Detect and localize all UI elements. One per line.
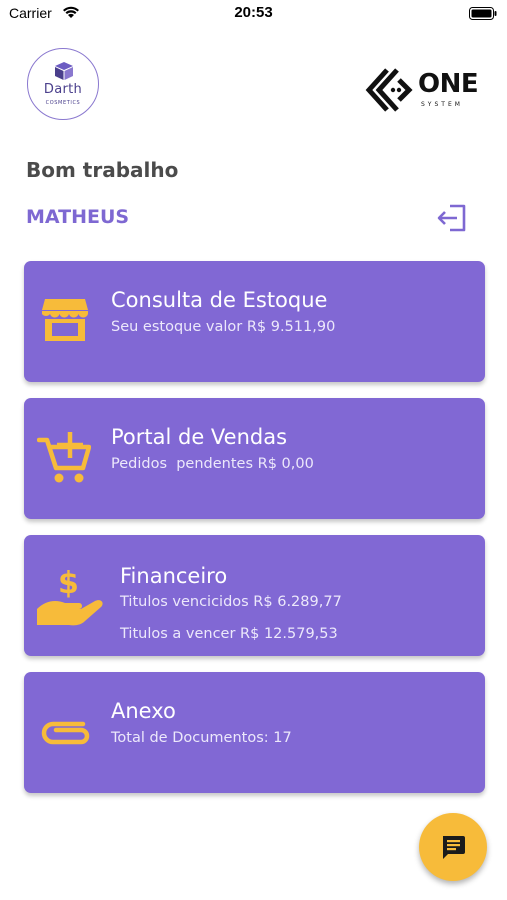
logout-icon xyxy=(436,204,468,237)
titulos-vencidos: Titulos vencicidos R$ 6.289,77 xyxy=(120,594,342,610)
clock: 20:53 xyxy=(234,4,273,21)
card-subtitle: Seu estoque valor R$ 9.511,90 xyxy=(111,319,336,335)
card-subtitle: Pedidos pendentes R$ 0,00 xyxy=(111,456,314,472)
status-bar: Carrier 20:53 xyxy=(0,0,507,28)
card-title: Portal de Vendas xyxy=(111,425,288,449)
card-title: Financeiro xyxy=(120,564,228,588)
card-subtitle: Total de Documentos: 17 xyxy=(111,730,292,746)
chat-button[interactable] xyxy=(419,813,487,881)
logo-brand-text: Darth xyxy=(43,82,83,97)
add-cart-icon xyxy=(36,430,92,490)
user-name: MATHEUS xyxy=(26,206,130,228)
logo-one-text: ONE xyxy=(418,69,479,99)
svg-text:$: $ xyxy=(58,566,79,601)
card-title: Consulta de Estoque xyxy=(111,288,328,312)
paperclip-icon xyxy=(39,718,93,752)
titulos-a-vencer: Titulos a vencer R$ 12.579,53 xyxy=(120,626,338,642)
battery-icon xyxy=(469,7,497,25)
card-title: Anexo xyxy=(111,699,176,723)
greeting: Bom trabalho xyxy=(26,158,179,182)
logout-button[interactable] xyxy=(436,203,468,233)
card-anexo[interactable]: Anexo Total de Documentos: 17 xyxy=(24,672,485,793)
money-hand-icon: $ xyxy=(35,563,107,633)
card-portal-vendas[interactable]: Portal de Vendas Pedidos pendentes R$ 0,… xyxy=(24,398,485,519)
darth-cosmetics-logo: Darth COSMETICS xyxy=(27,48,99,120)
logo-system-text: SYSTEM xyxy=(421,101,463,108)
card-financeiro[interactable]: $ Financeiro Titulos vencicidos R$ 6.289… xyxy=(24,535,485,656)
card-consulta-estoque[interactable]: Consulta de Estoque Seu estoque valor R$… xyxy=(24,261,485,382)
one-system-logo: ONE SYSTEM xyxy=(365,66,490,118)
logo-sub-text: COSMETICS xyxy=(45,100,81,106)
store-icon xyxy=(41,297,89,347)
